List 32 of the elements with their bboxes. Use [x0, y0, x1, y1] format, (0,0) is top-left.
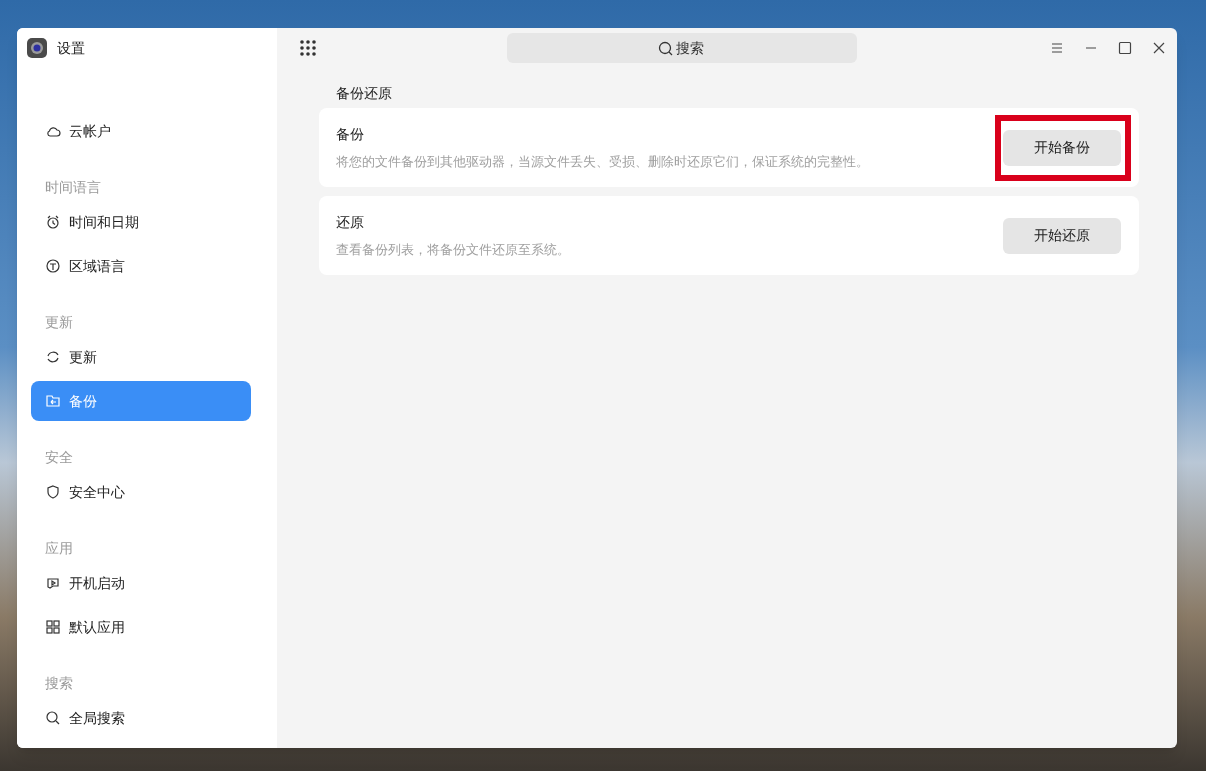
window-title: 设置 [57, 38, 85, 58]
grid-icon [45, 619, 61, 635]
sidebar-item[interactable]: 区域语言 [31, 246, 251, 286]
sidebar-item[interactable]: 默认应用 [31, 607, 251, 647]
gear-app-icon [27, 38, 47, 58]
action-button[interactable]: 开始备份 [1003, 129, 1121, 166]
sidebar-item[interactable]: 时间和日期 [31, 202, 251, 242]
card-description: 查看备份列表，将备份文件还原至系统。 [336, 240, 571, 259]
sidebar-item[interactable]: 安全中心 [31, 472, 251, 512]
section-title: 备份还原 [335, 84, 393, 103]
sidebar-group-heading: 时间语言 [45, 177, 101, 197]
search-icon [658, 41, 673, 56]
card-description: 将您的文件备份到其他驱动器，当源文件丢失、受损、删除时还原它们，保证系统的完整性。 [336, 152, 870, 171]
search-field[interactable]: 搜索 [507, 33, 857, 63]
refresh-icon [45, 349, 61, 365]
sidebar-group-heading: 搜索 [45, 673, 73, 693]
chat-play-icon [45, 575, 61, 591]
card-title: 还原 [336, 212, 365, 232]
sidebar-group-heading: 应用 [45, 538, 73, 558]
sidebar-item[interactable]: 云帐户 [31, 111, 251, 151]
search-icon [45, 710, 61, 726]
sidebar-item[interactable]: 更新 [31, 337, 251, 377]
action-button[interactable]: 开始还原 [1003, 217, 1121, 254]
apps-grid-icon[interactable] [300, 40, 316, 56]
shield-icon [45, 484, 61, 500]
sidebar-item[interactable]: 开机启动 [31, 563, 251, 603]
sidebar-group-heading: 更新 [45, 312, 73, 332]
card-title: 备份 [336, 124, 365, 144]
sidebar-item[interactable]: 全局搜索 [31, 698, 251, 738]
sidebar-group-heading: 安全 [45, 447, 73, 467]
alarm-clock-icon [45, 214, 61, 230]
folder-icon [45, 393, 61, 409]
